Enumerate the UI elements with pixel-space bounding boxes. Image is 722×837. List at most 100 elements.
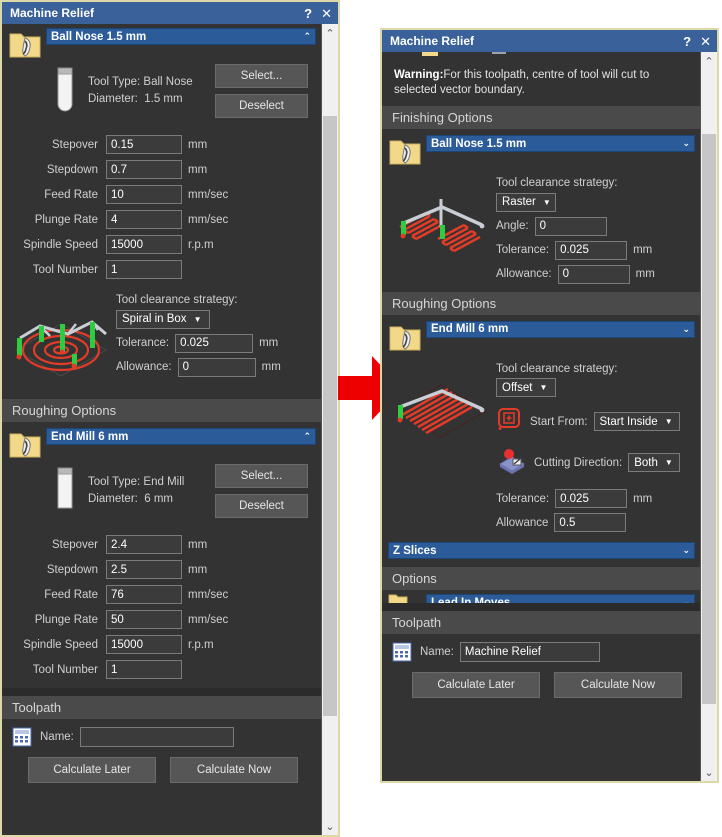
z-slices-combo[interactable]: Z Slices ⌄ xyxy=(388,542,695,559)
strategy-dropdown-right[interactable]: Raster ▼ xyxy=(496,192,556,212)
param-input-stepdown[interactable]: 0.7 xyxy=(106,160,182,179)
scroll-down-icon[interactable]: ⌄ xyxy=(701,763,717,781)
param-unit: mm/sec xyxy=(188,188,229,201)
folder-tool-icon[interactable] xyxy=(388,137,422,167)
close-icon[interactable]: ✕ xyxy=(700,35,711,48)
tool-type-value-left: Ball Nose xyxy=(143,76,193,88)
folder-tool-icon[interactable] xyxy=(8,430,42,460)
cutting-direction-dropdown-right[interactable]: Both ▼ xyxy=(628,453,681,472)
scroll-thumb[interactable] xyxy=(702,134,716,704)
param-row: Stepover 0.15 mm xyxy=(2,132,322,157)
param-input-feed-rate[interactable]: 76 xyxy=(106,585,182,604)
param-unit: r.p.m xyxy=(188,638,214,651)
scroll-thumb[interactable] xyxy=(323,116,337,716)
select-button-finishing-left[interactable]: Select... xyxy=(215,64,308,88)
param-unit: mm/sec xyxy=(188,588,229,601)
scroll-up-icon[interactable]: ⌃ xyxy=(701,52,717,70)
toolpath-name-label-right: Name: xyxy=(420,646,454,658)
param-input-stepover[interactable]: 0.15 xyxy=(106,135,182,154)
finishing-tool-combo-right[interactable]: Ball Nose 1.5 mm ⌄ xyxy=(426,135,695,152)
param-input-tool-number[interactable]: 1 xyxy=(106,660,182,679)
allowance-input-right[interactable]: 0 xyxy=(557,264,630,284)
tolerance-input-roughing-right[interactable]: 0.025 xyxy=(555,489,628,508)
angle-input-right[interactable]: 0 xyxy=(534,216,607,236)
calculate-now-button-left[interactable]: Calculate Now xyxy=(170,757,298,783)
roughing-tool-row-right: End Mill 6 mm ⌄ xyxy=(382,315,701,353)
right-scrollbar[interactable]: ⌃ ⌄ xyxy=(700,52,717,781)
calculate-now-button-right[interactable]: Calculate Now xyxy=(554,672,682,698)
chevron-down-icon: ▼ xyxy=(539,383,548,392)
help-icon[interactable]: ? xyxy=(683,35,691,48)
ball-nose-bit-icon xyxy=(42,64,88,122)
tolerance-label-right: Tolerance: xyxy=(496,244,550,256)
machine-relief-dialog-before: Machine Relief ? ✕ Ball Nose 1.5 mm ⌃ To… xyxy=(0,0,340,837)
lead-in-moves-combo[interactable]: Lead In Moves ⌄ xyxy=(426,594,695,603)
select-button-roughing-left[interactable]: Select... xyxy=(215,464,308,488)
cutting-direction-row-right: Cutting Direction: Both ▼ xyxy=(496,446,701,479)
param-input-plunge-rate[interactable]: 4 xyxy=(106,210,182,229)
warning-message: Warning:For this toolpath, centre of too… xyxy=(382,60,701,106)
param-input-plunge-rate[interactable]: 50 xyxy=(106,610,182,629)
tolerance-input-right[interactable]: 0.025 xyxy=(555,240,628,260)
toolpath-name-input-left[interactable] xyxy=(79,727,234,747)
roughing-tool-name-left: End Mill 6 mm xyxy=(51,430,129,443)
scroll-up-icon[interactable]: ⌃ xyxy=(322,24,338,42)
calculate-later-button-left[interactable]: Calculate Later xyxy=(28,757,156,783)
allowance-input-left[interactable]: 0 xyxy=(177,357,256,377)
param-input-stepdown[interactable]: 2.5 xyxy=(106,560,182,579)
param-row: Spindle Speed 15000 r.p.m xyxy=(2,632,322,657)
divider xyxy=(382,603,701,611)
strategy-dropdown-left[interactable]: Spiral in Box ▼ xyxy=(116,309,210,329)
roughing-tool-combo-left[interactable]: End Mill 6 mm ⌃ xyxy=(46,428,316,445)
allowance-input-roughing-right[interactable]: 0.5 xyxy=(554,513,627,532)
tolerance-input-left[interactable]: 0.025 xyxy=(175,333,254,353)
allowance-row-roughing-right: Allowance 0.5 xyxy=(496,513,701,532)
z-slices-row: Z Slices ⌄ xyxy=(382,540,701,559)
calculator-icon xyxy=(392,642,412,662)
param-input-tool-number[interactable]: 1 xyxy=(106,260,182,279)
folder-tool-icon[interactable] xyxy=(388,594,422,603)
roughing-options-header-left: Roughing Options xyxy=(2,399,322,422)
diameter-label-left: Diameter: xyxy=(88,93,138,105)
param-input-spindle-speed[interactable]: 15000 xyxy=(106,235,182,254)
tool-type-label-left: Tool Type: xyxy=(88,76,141,88)
param-row: Tool Number 1 xyxy=(2,657,322,682)
right-window-title: Machine Relief xyxy=(390,34,475,48)
param-label-stepdown: Stepdown xyxy=(46,563,98,576)
start-from-dropdown-right[interactable]: Start Inside ▼ xyxy=(593,412,680,431)
left-scrollbar[interactable]: ⌃ ⌄ xyxy=(321,24,338,835)
strategy-value-left: Spiral in Box xyxy=(122,313,187,325)
finishing-tool-combo-left[interactable]: Ball Nose 1.5 mm ⌃ xyxy=(46,28,316,45)
allowance-unit-right: mm xyxy=(635,268,655,280)
param-unit: mm/sec xyxy=(188,613,229,626)
param-unit: mm xyxy=(188,538,208,551)
tool-type-label-roughing-left: Tool Type: xyxy=(88,476,141,488)
param-row: Stepover 2.4 mm xyxy=(2,532,322,557)
param-row: Stepdown 2.5 mm xyxy=(2,557,322,582)
folder-tool-icon[interactable] xyxy=(8,30,42,60)
toolpath-name-input-right[interactable]: Machine Relief xyxy=(459,642,600,662)
folder-tool-icon[interactable] xyxy=(388,323,422,353)
param-input-stepover[interactable]: 2.4 xyxy=(106,535,182,554)
param-label-stepdown: Stepdown xyxy=(46,163,98,176)
param-label-tool-number: Tool Number xyxy=(32,263,98,276)
param-input-spindle-speed[interactable]: 15000 xyxy=(106,635,182,654)
scroll-down-icon[interactable]: ⌄ xyxy=(322,817,338,835)
param-unit: mm xyxy=(188,138,208,151)
roughing-tool-combo-right[interactable]: End Mill 6 mm ⌄ xyxy=(426,320,695,338)
param-label-spindle-speed: Spindle Speed xyxy=(23,238,98,251)
param-unit: mm xyxy=(188,163,208,176)
strategy-dropdown-roughing-right[interactable]: Offset ▼ xyxy=(496,378,556,397)
deselect-button-finishing-left[interactable]: Deselect xyxy=(215,94,308,118)
help-icon[interactable]: ? xyxy=(304,7,312,20)
start-from-label-right: Start From: xyxy=(530,415,588,428)
param-input-feed-rate[interactable]: 10 xyxy=(106,185,182,204)
param-label-stepover: Stepover xyxy=(51,138,98,151)
calculate-later-button-right[interactable]: Calculate Later xyxy=(412,672,540,698)
start-inside-icon xyxy=(496,407,530,436)
roughing-strategy-right: Tool clearance strategy: Offset ▼ Start … xyxy=(382,353,701,541)
param-unit: r.p.m xyxy=(188,238,214,251)
deselect-button-roughing-left[interactable]: Deselect xyxy=(215,494,308,518)
close-icon[interactable]: ✕ xyxy=(321,7,332,20)
